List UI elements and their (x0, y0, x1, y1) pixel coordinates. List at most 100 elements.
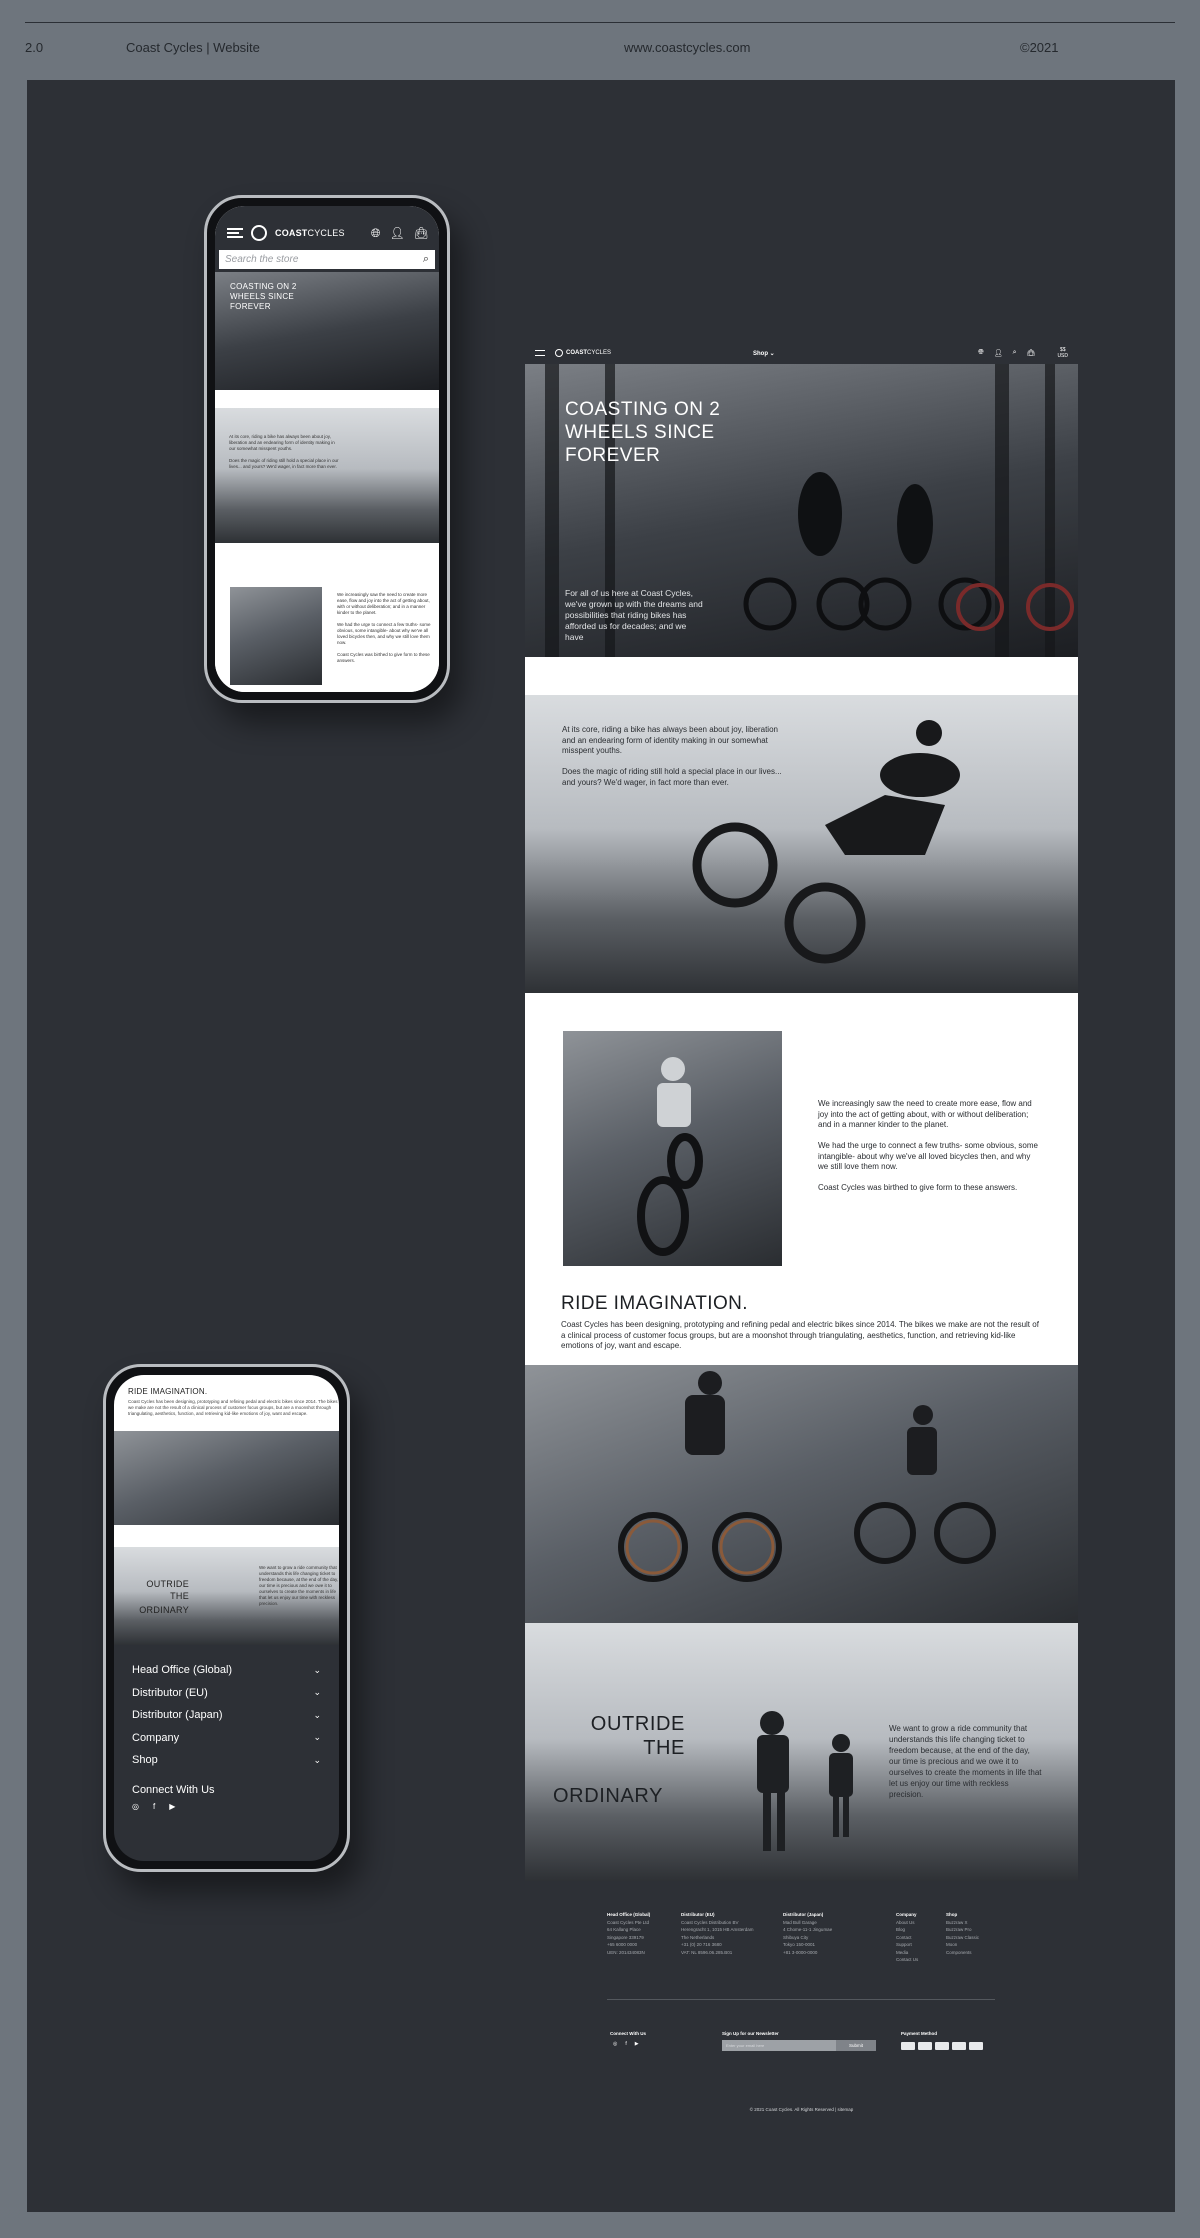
rider-illustration (637, 1057, 703, 1256)
newsletter-form: Enter your email here Submit (722, 2040, 876, 2051)
nav-shop[interactable]: Shop ⌄ (753, 350, 775, 357)
globe-icon[interactable]: 🌐︎ (978, 349, 984, 357)
menu-icon[interactable] (535, 350, 545, 356)
payment-card-icon (935, 2042, 949, 2050)
youtube-icon[interactable]: ▶ (169, 1802, 175, 1811)
header-divider (25, 22, 1175, 23)
chevron-down-icon: ⌄ (313, 1664, 321, 1675)
footer-link[interactable]: Blog (896, 1926, 918, 1934)
account-icon[interactable]: 👤︎ (994, 349, 1003, 357)
footer-link[interactable]: Buzzraw Pro (946, 1926, 979, 1934)
accordion-distributor-japan[interactable]: Distributor (Japan) ⌄ (132, 1704, 321, 1727)
accordion-head-office[interactable]: Head Office (Global) ⌄ (132, 1659, 321, 1682)
hero-section: COASTING ON 2 WHEELS SINCE FOREVER For a… (525, 364, 1078, 657)
social-links: ◎ f ▶ (613, 2041, 639, 2047)
instagram-icon[interactable]: ◎ (132, 1802, 139, 1811)
project-url[interactable]: www.coastcycles.com (624, 40, 750, 55)
footer-col-head-office: Head Office (Global) Coast Cycles Pte Lt… (607, 1912, 651, 1955)
bag-icon[interactable]: 👜︎ (414, 226, 429, 241)
version-label: 2.0 (25, 40, 44, 55)
outride-word: OUTRIDE (146, 1579, 189, 1589)
outride-word: THE (643, 1737, 685, 1759)
outride-word: THE (170, 1591, 189, 1601)
chevron-down-icon: ⌄ (313, 1732, 321, 1743)
outride-word: ORDINARY (553, 1785, 664, 1807)
footer-col-company: Company About Us Blog Contact Support Media C… (896, 1912, 919, 1964)
mobile-section-truths: We increasingly saw the need to create m… (215, 550, 439, 692)
outride-word: ORDINARY (139, 1605, 189, 1615)
ride-imagination-heading: RIDE IMAGINATION. (561, 1293, 748, 1314)
newsletter-email-input[interactable]: Enter your email here (722, 2040, 836, 2051)
chevron-down-icon: ⌄ (313, 1687, 321, 1698)
menu-icon[interactable] (227, 228, 243, 238)
ride-text: Coast Cycles has been designing, prototy… (128, 1399, 338, 1416)
outride-section: OUTRIDE THE ORDINARY We want to grow a r… (525, 1623, 1078, 1881)
footer-copyright: © 2021 Coast Cycles. All Rights Reserved… (749, 2107, 854, 2112)
accordion-shop[interactable]: Shop ⌄ (132, 1749, 321, 1772)
rider-portrait-photo (563, 1031, 782, 1266)
mobile-ride-section: RIDE IMAGINATION. Coast Cycles has been … (114, 1375, 339, 1525)
newsletter-submit-button[interactable]: Submit (836, 2040, 876, 2051)
footer-link[interactable]: Moon (946, 1941, 979, 1949)
chevron-down-icon: ⌄ (313, 1709, 321, 1720)
search-icon[interactable]: ⌕ (423, 253, 429, 266)
payment-card-icon (918, 2042, 932, 2050)
accordion-distributor-eu[interactable]: Distributor (EU) ⌄ (132, 1682, 321, 1705)
instagram-icon[interactable]: ◎ (613, 2041, 617, 2047)
copyright: ©2021 (1020, 40, 1059, 55)
mobile-footer-mockup: RIDE IMAGINATION. Coast Cycles has been … (103, 1364, 350, 1872)
account-icon[interactable]: 👤︎ (390, 226, 405, 241)
joy-text: At its core, riding a bike has always be… (562, 725, 782, 787)
facebook-icon[interactable]: f (625, 2041, 626, 2047)
footer-link[interactable]: Contact Us (896, 1956, 918, 1964)
mobile-section-joy: At its core, riding a bike has always be… (215, 390, 439, 550)
footer-link[interactable]: Contact (896, 1934, 918, 1942)
payment-card-icon (952, 2042, 966, 2050)
search-bar: Search the store ⌕ (215, 250, 439, 272)
riders-photo (525, 1365, 1078, 1623)
outride-text: We want to grow a ride community that un… (889, 1724, 1042, 1799)
facebook-icon[interactable]: f (153, 1802, 155, 1811)
search-input[interactable]: Search the store ⌕ (219, 250, 435, 269)
footer-col-distributor-japan: Distributor (Japan) Mad Bull Garage 4 Cho… (783, 1912, 833, 1955)
hero-title: COASTING ON 2 WHEELS SINCE FOREVER (565, 399, 721, 466)
newsletter-heading: Sign Up for our Newsletter (722, 2031, 779, 2036)
connect-heading: Connect With Us (610, 2031, 646, 2036)
footer-link[interactable]: Media (896, 1949, 918, 1957)
footer-accordion: Head Office (Global) ⌄ Distributor (EU) ⌄ … (114, 1645, 339, 1772)
bag-icon[interactable]: 👜︎ (1027, 349, 1036, 357)
phone-screen: RIDE IMAGINATION. Coast Cycles has been … (114, 1375, 339, 1861)
accordion-company[interactable]: Company ⌄ (132, 1727, 321, 1750)
truths-text: We increasingly saw the need to create m… (818, 1099, 1038, 1192)
truths-text: We increasingly saw the need to create m… (337, 592, 431, 663)
footer-link[interactable]: Buzzraw Classic (946, 1934, 979, 1942)
outride-word: OUTRIDE (590, 1713, 685, 1735)
footer-link[interactable]: Components (946, 1949, 979, 1957)
rider-photo (230, 587, 322, 685)
globe-icon[interactable]: 🌐︎ (371, 226, 381, 241)
footer-link[interactable]: About Us (896, 1919, 918, 1927)
chevron-down-icon: ⌄ (313, 1754, 321, 1765)
project-name: Coast Cycles | Website (126, 40, 260, 55)
phone-screen: COASTCYCLES 🌐︎ 👤︎ 👜︎ Search the store ⌕ … (215, 206, 439, 692)
hero-subtitle: For all of us here at Coast Cycles, we'v… (565, 588, 703, 642)
payment-heading: Payment Method (901, 2031, 938, 2036)
joy-section: At its core, riding a bike has always be… (525, 657, 1078, 993)
footer-link[interactable]: Buzzraw X (946, 1919, 979, 1927)
search-icon[interactable]: ⌕ (1013, 349, 1017, 357)
payment-card-icon (901, 2042, 915, 2050)
logo[interactable]: COASTCYCLES (566, 350, 611, 356)
logo-icon[interactable] (251, 225, 267, 241)
youtube-icon[interactable]: ▶ (635, 2041, 639, 2047)
riders-illustration (618, 1371, 996, 1582)
footer-divider (607, 1999, 995, 2000)
desktop-page-mockup: COASTCYCLES Shop ⌄ 🌐︎ 👤︎ ⌕ 👜︎ $$ USD COA… (525, 342, 1078, 2132)
logo[interactable]: COASTCYCLES (275, 228, 345, 238)
connect-heading: Connect With Us (132, 1783, 215, 1796)
footer-link[interactable]: Support (896, 1941, 918, 1949)
logo-icon[interactable] (555, 349, 563, 357)
mobile-nav: COASTCYCLES 🌐︎ 👤︎ 👜︎ (215, 206, 439, 250)
currency-selector[interactable]: $$ USD (1057, 347, 1068, 359)
mobile-home-mockup: COASTCYCLES 🌐︎ 👤︎ 👜︎ Search the store ⌕ … (204, 195, 450, 703)
social-links: ◎ f ▶ (114, 1796, 339, 1817)
